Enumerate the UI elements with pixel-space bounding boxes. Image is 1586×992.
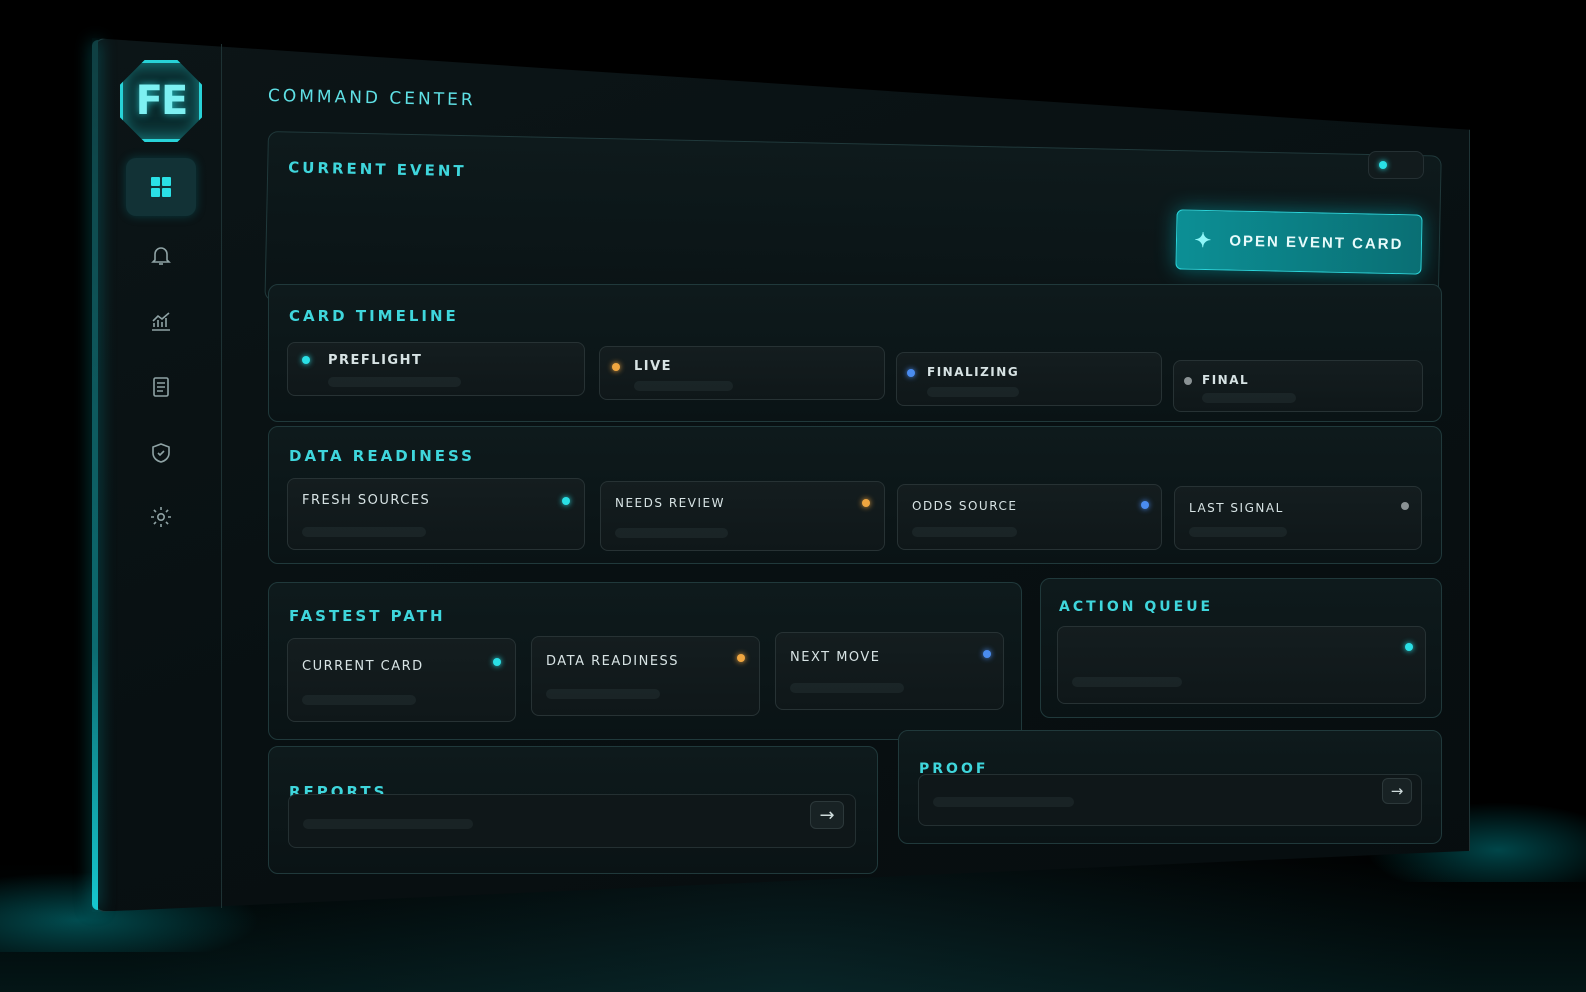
stage-placeholder <box>634 381 734 391</box>
path-tile-current-card[interactable]: CURRENT CARD <box>287 638 516 722</box>
timeline-stage-preflight[interactable]: PREFLIGHT <box>287 342 585 396</box>
screen: FE COMMAND CENTER CURRENT EVENT ✦ OPEN E… <box>0 0 1586 992</box>
status-dot <box>1379 161 1387 169</box>
data-readiness-title: DATA READINESS <box>289 447 475 465</box>
tile-placeholder <box>615 528 729 538</box>
queue-placeholder <box>1072 677 1183 687</box>
stage-placeholder <box>927 387 1020 397</box>
tile-placeholder <box>546 689 660 699</box>
tile-dot <box>862 499 870 507</box>
proof-placeholder <box>933 797 1074 807</box>
stage-placeholder <box>328 377 462 387</box>
timeline-stage-live[interactable]: LIVE <box>599 346 885 400</box>
main-content: COMMAND CENTER CURRENT EVENT ✦ OPEN EVEN… <box>0 0 1586 992</box>
readiness-tile-last-signal[interactable]: LAST SIGNAL <box>1174 486 1422 550</box>
open-event-card-button[interactable]: ✦ OPEN EVENT CARD <box>1175 209 1423 275</box>
tile-label: LAST SIGNAL <box>1189 501 1284 515</box>
tile-dot <box>737 654 745 662</box>
action-queue-title: ACTION QUEUE <box>1059 599 1214 615</box>
path-tile-data-readiness[interactable]: DATA READINESS <box>531 636 760 716</box>
tile-placeholder <box>302 527 427 537</box>
tile-label: ODDS SOURCE <box>912 499 1018 513</box>
readiness-tile-fresh-sources[interactable]: FRESH SOURCES <box>287 478 585 550</box>
tile-placeholder <box>302 695 416 705</box>
queue-dot <box>1405 643 1413 651</box>
arrow-right-icon: → <box>1390 782 1404 800</box>
tile-dot <box>983 650 991 658</box>
tile-placeholder <box>1189 527 1288 537</box>
tile-label: NEXT MOVE <box>790 650 881 665</box>
action-queue-list[interactable] <box>1057 626 1426 704</box>
status-pill <box>1368 151 1424 179</box>
stage-label: FINALIZING <box>927 365 1020 379</box>
proof-field[interactable] <box>918 774 1422 826</box>
tile-label: DATA READINESS <box>546 654 680 669</box>
path-tile-next-move[interactable]: NEXT MOVE <box>775 632 1004 710</box>
reports-arrow-button[interactable]: → <box>810 801 844 829</box>
stage-dot <box>302 356 310 364</box>
card-timeline-title: CARD TIMELINE <box>289 307 459 325</box>
tile-dot <box>493 658 501 666</box>
stage-label: PREFLIGHT <box>328 353 423 368</box>
reports-placeholder <box>303 819 473 829</box>
tile-dot <box>1141 501 1149 509</box>
page-title: COMMAND CENTER <box>267 86 476 111</box>
open-event-card-label: OPEN EVENT CARD <box>1229 232 1404 253</box>
arrow-right-icon: → <box>819 804 835 826</box>
tile-placeholder <box>912 527 1018 537</box>
proof-arrow-button[interactable]: → <box>1382 778 1412 804</box>
tile-dot <box>562 497 570 505</box>
readiness-tile-odds-source[interactable]: ODDS SOURCE <box>897 484 1162 550</box>
stage-label: LIVE <box>634 359 673 374</box>
stage-placeholder <box>1202 393 1297 403</box>
timeline-stage-final[interactable]: FINAL <box>1173 360 1423 412</box>
stage-dot <box>1184 377 1192 385</box>
stage-dot <box>612 363 620 371</box>
tile-placeholder <box>790 683 904 693</box>
stage-label: FINAL <box>1202 373 1250 387</box>
tile-label: FRESH SOURCES <box>302 493 431 508</box>
current-event-title: CURRENT EVENT <box>288 158 467 181</box>
readiness-tile-needs-review[interactable]: NEEDS REVIEW <box>600 481 885 551</box>
sparkle-icon: ✦ <box>1194 229 1214 252</box>
timeline-stage-finalizing[interactable]: FINALIZING <box>896 352 1162 406</box>
tile-label: CURRENT CARD <box>302 659 424 674</box>
reports-field[interactable] <box>288 794 856 848</box>
stage-dot <box>907 369 915 377</box>
fastest-path-title: FASTEST PATH <box>289 607 446 625</box>
tile-label: NEEDS REVIEW <box>615 496 725 510</box>
tile-dot <box>1401 502 1409 510</box>
